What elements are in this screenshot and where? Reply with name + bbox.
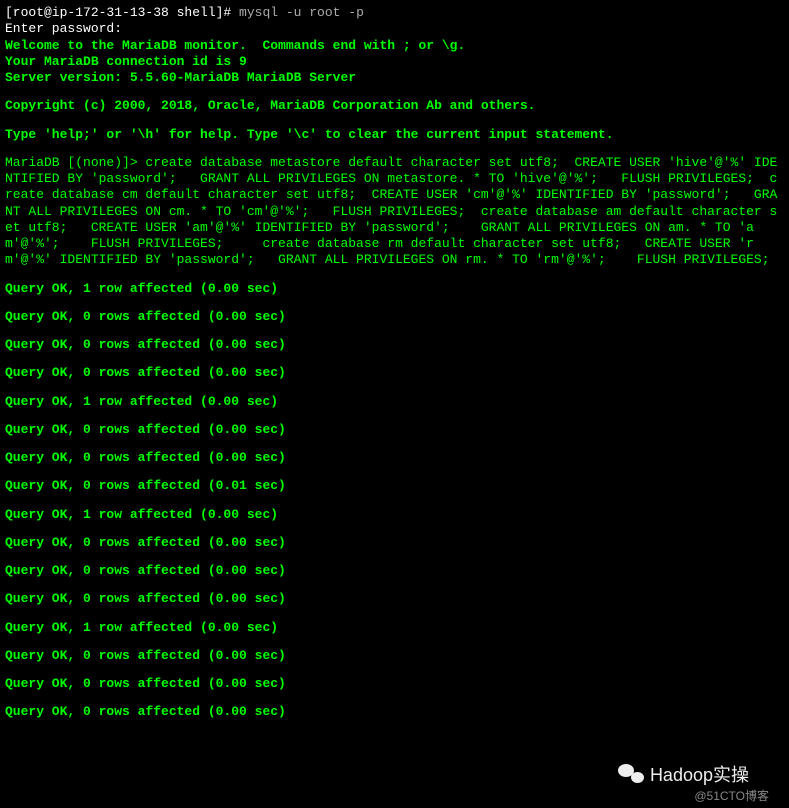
query-result-line: Query OK, 1 row affected (0.00 sec) — [5, 620, 784, 636]
connection-id-line: Your MariaDB connection id is 9 — [5, 54, 784, 70]
shell-prompt-line: [root@ip-172-31-13-38 shell]# mysql -u r… — [5, 5, 784, 21]
query-result-line: Query OK, 1 row affected (0.00 sec) — [5, 281, 784, 297]
query-result-line: Query OK, 0 rows affected (0.00 sec) — [5, 535, 784, 551]
wechat-icon — [618, 764, 644, 786]
query-result-line: Query OK, 0 rows affected (0.00 sec) — [5, 450, 784, 466]
password-prompt: Enter password: — [5, 21, 784, 37]
query-result-line: Query OK, 0 rows affected (0.00 sec) — [5, 365, 784, 381]
copyright-line: Copyright (c) 2000, 2018, Oracle, MariaD… — [5, 98, 784, 114]
query-result-line: Query OK, 0 rows affected (0.00 sec) — [5, 704, 784, 720]
help-line: Type 'help;' or '\h' for help. Type '\c'… — [5, 127, 784, 143]
query-results: Query OK, 1 row affected (0.00 sec) Query… — [5, 281, 784, 733]
watermark: Hadoop实操 — [618, 764, 749, 787]
query-result-line: Query OK, 0 rows affected (0.00 sec) — [5, 676, 784, 692]
query-result-line: Query OK, 0 rows affected (0.00 sec) — [5, 591, 784, 607]
attribution: @51CTO博客 — [694, 789, 769, 804]
query-result-line: Query OK, 0 rows affected (0.00 sec) — [5, 422, 784, 438]
query-result-line: Query OK, 0 rows affected (0.00 sec) — [5, 648, 784, 664]
query-result-line: Query OK, 0 rows affected (0.00 sec) — [5, 337, 784, 353]
query-result-line: Query OK, 1 row affected (0.00 sec) — [5, 507, 784, 523]
welcome-line: Welcome to the MariaDB monitor. Commands… — [5, 38, 784, 54]
watermark-text: Hadoop实操 — [650, 764, 749, 787]
query-result-line: Query OK, 0 rows affected (0.01 sec) — [5, 478, 784, 494]
query-result-line: Query OK, 0 rows affected (0.00 sec) — [5, 563, 784, 579]
query-result-line: Query OK, 1 row affected (0.00 sec) — [5, 394, 784, 410]
query-result-line: Query OK, 0 rows affected (0.00 sec) — [5, 309, 784, 325]
shell-prompt: [root@ip-172-31-13-38 shell]# — [5, 5, 239, 20]
shell-command: mysql -u root -p — [239, 5, 364, 20]
sql-input[interactable]: MariaDB [(none)]> create database metast… — [5, 155, 784, 269]
server-version-line: Server version: 5.5.60-MariaDB MariaDB S… — [5, 70, 784, 86]
